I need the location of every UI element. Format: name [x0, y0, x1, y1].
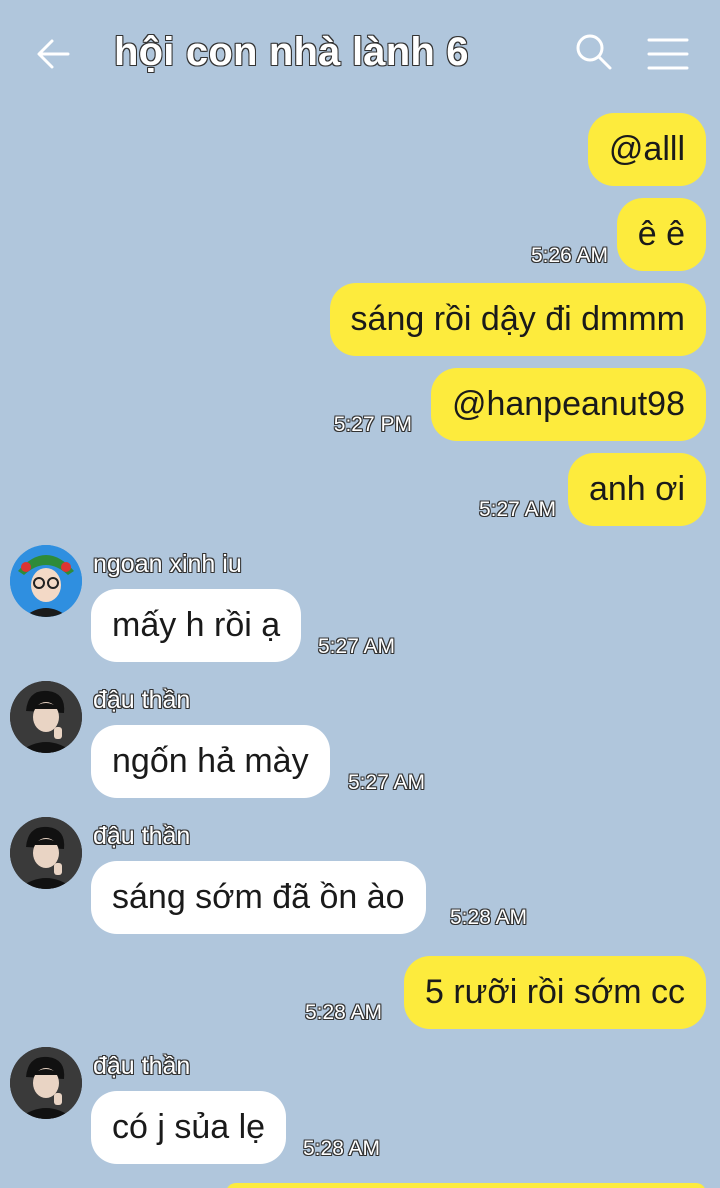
avatar[interactable]	[10, 681, 82, 753]
message-timestamp: 5:27 PM	[333, 413, 412, 436]
incoming-message-bubble[interactable]: ngốn hả mày	[91, 725, 330, 798]
incoming-message-bubble[interactable]: mấy h rồi ạ	[91, 589, 302, 662]
hamburger-menu-icon[interactable]	[646, 34, 690, 74]
sender-name: đậu thần	[93, 1052, 191, 1080]
outgoing-message-bubble[interactable]: sáng rồi dậy đi dmmm	[329, 283, 706, 356]
message-timestamp: 5:27 AM	[478, 498, 556, 521]
outgoing-message-bubble[interactable]: 5 rưỡi rồi sớm cc	[403, 956, 706, 1029]
sender-name: ngoan xinh iu	[93, 550, 242, 578]
avatar[interactable]	[10, 545, 82, 617]
incoming-message-bubble[interactable]: có j sủa lẹ	[91, 1091, 287, 1164]
arrow-left-icon[interactable]	[34, 34, 74, 74]
message-timestamp: 5:26 AM	[530, 244, 608, 267]
sender-name: đậu thần	[93, 822, 191, 850]
message-timestamp: 5:27 AM	[348, 771, 426, 794]
avatar[interactable]	[10, 1047, 82, 1119]
outgoing-message-bubble[interactable]: ê ê	[616, 198, 706, 271]
outgoing-message-bubble[interactable]: @hanpeanut98	[430, 368, 706, 441]
message-timestamp: 5:27 AM	[318, 635, 396, 658]
chat-title: hội con nhà lành 6	[114, 30, 469, 74]
message-timestamp: 5:28 AM	[450, 906, 528, 929]
outgoing-message-bubble[interactable]: @alll	[587, 113, 706, 186]
avatar[interactable]	[10, 817, 82, 889]
message-timestamp: 5:28 AM	[304, 1001, 382, 1024]
sender-name: đậu thần	[93, 686, 191, 714]
incoming-message-bubble[interactable]: sáng sớm đã ồn ào	[91, 861, 426, 934]
chat-header: hội con nhà lành 6	[0, 0, 720, 104]
outgoing-message-bubble-partial	[226, 1183, 706, 1188]
search-icon[interactable]	[574, 32, 614, 72]
outgoing-message-bubble[interactable]: anh ơi	[567, 453, 706, 526]
message-timestamp: 5:28 AM	[303, 1137, 381, 1160]
